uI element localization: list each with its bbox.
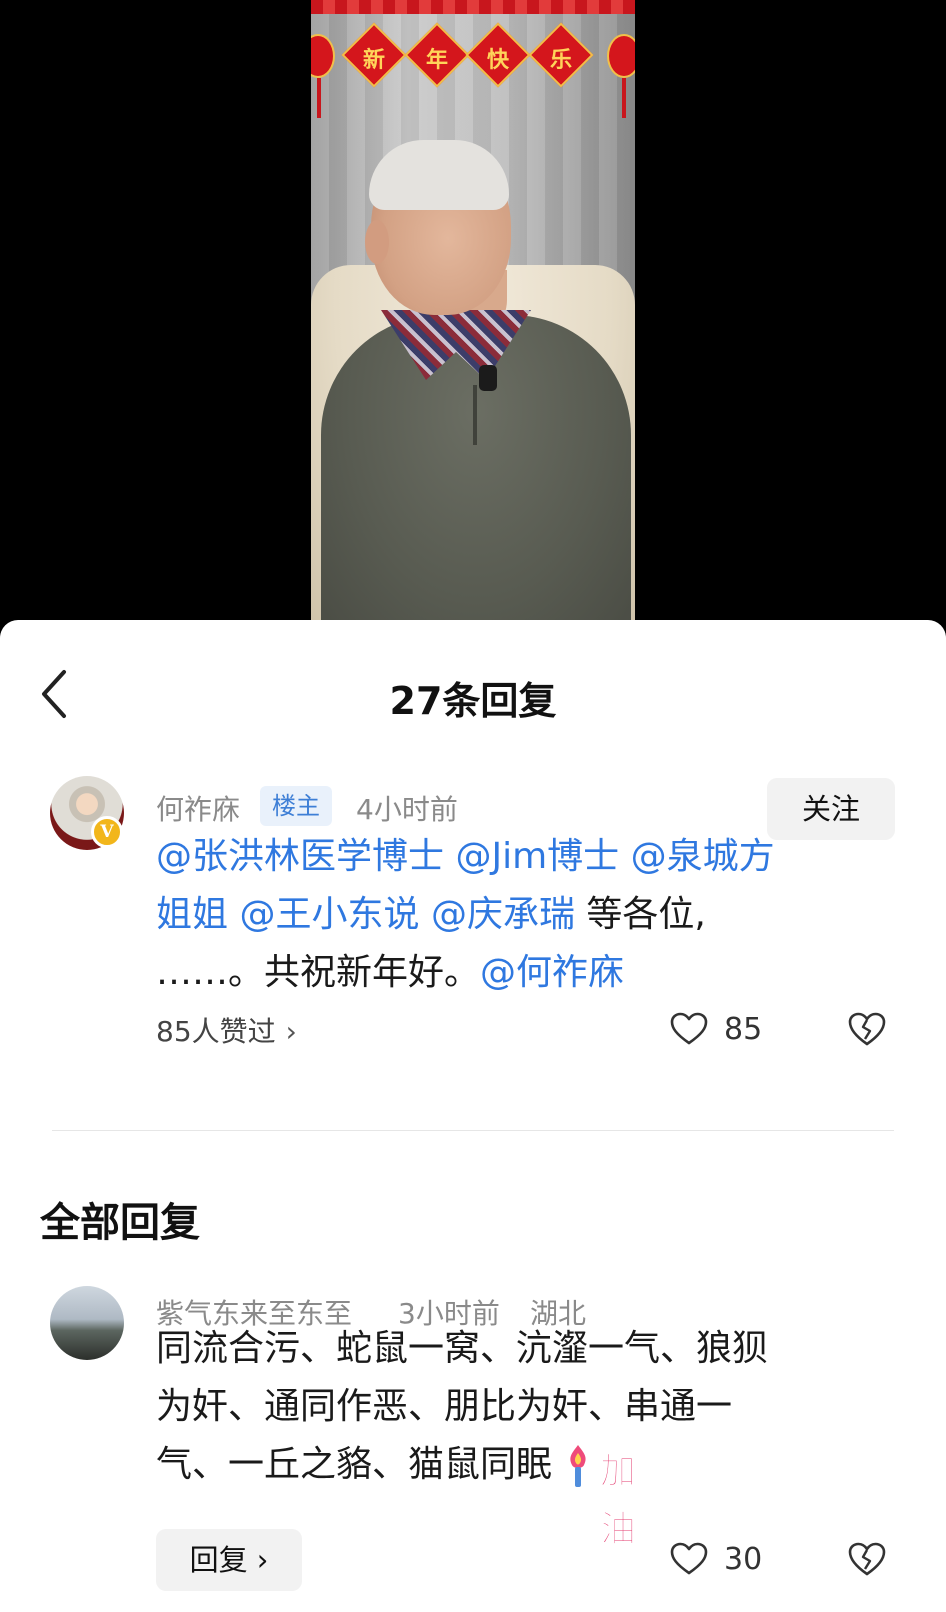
lantern-tassel: [622, 78, 626, 118]
chevron-right-icon: ›: [285, 1015, 297, 1048]
comment-line-1: @张洪林医学博士 @Jim博士 @泉城方: [156, 828, 886, 886]
new-year-lanterns: 新 年 快 乐: [311, 20, 635, 118]
likes-summary[interactable]: 85人赞过 ›: [156, 1010, 297, 1050]
broken-heart-icon[interactable]: [848, 1541, 886, 1577]
verified-icon: V: [91, 816, 123, 848]
person-hair: [369, 140, 509, 210]
sticker-text: 加油: [600, 1451, 637, 1551]
likes-summary-label: 85人赞过: [156, 1015, 276, 1048]
page-title: 27条回复: [389, 679, 557, 723]
heart-icon[interactable]: [670, 1012, 708, 1046]
side-lantern-left: [311, 34, 335, 78]
mention-link[interactable]: @泉城方: [631, 836, 775, 877]
reply-line-3: 气、一丘之貉、猫鼠同眠 加油: [156, 1436, 886, 1551]
mention-link[interactable]: @何祚庥: [480, 952, 624, 993]
lantern-char: 新: [362, 47, 385, 73]
divider: [52, 1130, 894, 1131]
op-badge: 楼主: [260, 786, 332, 826]
torch-icon: [570, 1445, 586, 1487]
mention-link[interactable]: @张洪林医学博士: [156, 836, 444, 877]
festive-banner: [311, 0, 635, 14]
reply-line-1: 同流合污、蛇鼠一窝、沆瀣一气、狼狈: [156, 1328, 769, 1369]
comment-text: ……。共祝新年好。: [156, 952, 481, 993]
broken-heart-icon[interactable]: [848, 1011, 886, 1047]
comment-body: @张洪林医学博士 @Jim博士 @泉城方 姐姐 @王小东说 @庆承瑞 等各位, …: [156, 828, 886, 1002]
sweater-zipper: [473, 385, 477, 445]
heart-icon[interactable]: [670, 1542, 708, 1576]
lantern-char: 乐: [549, 47, 572, 73]
comment-line-2: 姐姐 @王小东说 @庆承瑞 等各位,: [156, 886, 886, 944]
cheer-sticker: 加油: [558, 1441, 666, 1551]
replies-sheet: 27条回复 V 何祚庥 楼主 4小时前 关注 @张洪林医学博士 @Jim博士 @…: [0, 620, 946, 1612]
reply-text: 气、一丘之貉、猫鼠同眠: [156, 1444, 553, 1485]
reply-line-2: 为奸、通同作恶、朋比为奸、串通一: [156, 1386, 733, 1427]
person-ear: [365, 220, 389, 264]
video-player[interactable]: 新 年 快 乐: [311, 0, 635, 628]
comment-username[interactable]: 何祚庥: [156, 788, 240, 828]
comment-time: 4小时前: [356, 793, 458, 826]
like-count: 30: [724, 1542, 763, 1577]
comment-text: 等各位,: [574, 894, 706, 935]
lantern-char: 年: [425, 47, 448, 73]
lantern-char: 快: [486, 47, 509, 73]
reply-button[interactable]: 回复 ›: [156, 1529, 302, 1591]
section-title: 全部回复: [40, 1200, 200, 1246]
lantern-tassel: [317, 78, 321, 118]
like-count: 85: [724, 1012, 763, 1047]
comment-line-3: ……。共祝新年好。@何祚庥: [156, 944, 886, 1002]
avatar[interactable]: [50, 1286, 124, 1360]
reply-body: 同流合污、蛇鼠一窝、沆瀣一气、狼狈 为奸、通同作恶、朋比为奸、串通一 气、一丘之…: [156, 1320, 886, 1551]
mention-link[interactable]: @庆承瑞: [431, 894, 575, 935]
mention-link[interactable]: @王小东说: [239, 894, 419, 935]
lapel-mic: [479, 365, 497, 391]
mention-link[interactable]: 姐姐: [156, 894, 228, 935]
side-lantern-right: [607, 34, 635, 78]
mention-link[interactable]: @Jim博士: [455, 836, 619, 877]
